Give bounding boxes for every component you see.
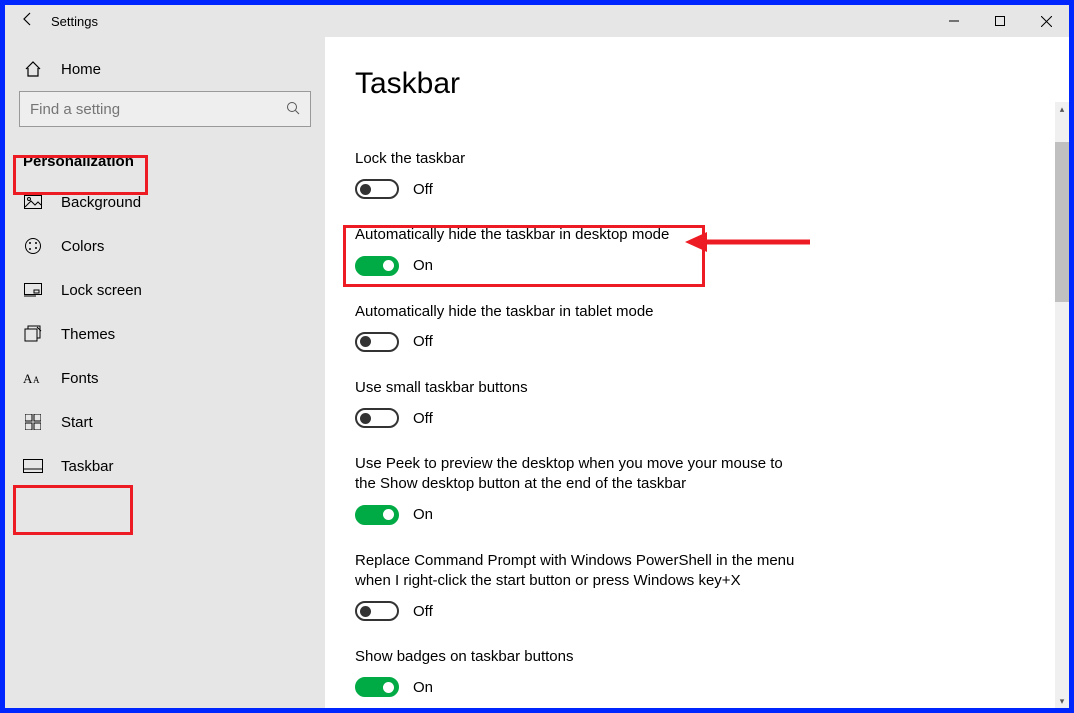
toggle-state-label: Off	[413, 603, 433, 620]
setting-label: Automatically hide the taskbar in deskto…	[355, 225, 805, 245]
home-nav[interactable]: Home	[5, 47, 325, 91]
scroll-down-icon[interactable]: ▾	[1055, 694, 1069, 708]
sidebar-item-fonts[interactable]: AA Fonts	[5, 356, 325, 400]
sidebar-item-label: Taskbar	[61, 458, 114, 475]
search-input[interactable]	[30, 101, 273, 118]
toggle-state-label: Off	[413, 181, 433, 198]
toggle-switch[interactable]	[355, 408, 399, 428]
page-title: Taskbar	[355, 67, 1069, 101]
sidebar-item-label: Fonts	[61, 370, 99, 387]
toggle-state-label: Off	[413, 333, 433, 350]
toggle-switch[interactable]	[355, 505, 399, 525]
setting-item: Replace Command Prompt with Windows Powe…	[355, 551, 805, 622]
setting-item: Automatically hide the taskbar in deskto…	[355, 225, 805, 275]
back-button[interactable]	[5, 11, 51, 32]
sidebar-item-taskbar[interactable]: Taskbar	[5, 444, 325, 488]
toggle-switch[interactable]	[355, 256, 399, 276]
section-header: Personalization	[5, 143, 325, 180]
scrollbar[interactable]: ▴ ▾	[1055, 102, 1069, 708]
toggle-state-label: Off	[413, 410, 433, 427]
sidebar-item-lock-screen[interactable]: Lock screen	[5, 268, 325, 312]
setting-label: Use small taskbar buttons	[355, 378, 805, 398]
setting-item: Show badges on taskbar buttons On	[355, 647, 805, 697]
toggle-state-label: On	[413, 257, 433, 274]
setting-label: Show badges on taskbar buttons	[355, 647, 805, 667]
content-area: Taskbar Lock the taskbar Off Automatically…	[325, 37, 1069, 708]
sidebar: Home Personalization Background Colors Loc…	[5, 37, 325, 708]
setting-label: Use Peek to preview the desktop when you…	[355, 454, 805, 495]
scroll-thumb[interactable]	[1055, 142, 1069, 302]
toggle-switch[interactable]	[355, 601, 399, 621]
sidebar-item-themes[interactable]: Themes	[5, 312, 325, 356]
sidebar-item-start[interactable]: Start	[5, 400, 325, 444]
sidebar-item-colors[interactable]: Colors	[5, 224, 325, 268]
home-icon	[23, 60, 43, 78]
lockscreen-icon	[23, 283, 43, 297]
minimize-button[interactable]	[931, 5, 977, 37]
search-icon	[286, 101, 300, 118]
setting-label: Replace Command Prompt with Windows Powe…	[355, 551, 805, 592]
colors-icon	[23, 237, 43, 255]
search-box[interactable]	[19, 91, 311, 127]
themes-icon	[23, 325, 43, 343]
toggle-switch[interactable]	[355, 677, 399, 697]
setting-item: Use small taskbar buttons Off	[355, 378, 805, 428]
home-label: Home	[61, 61, 101, 78]
background-icon	[23, 195, 43, 209]
setting-label: Automatically hide the taskbar in tablet…	[355, 302, 805, 322]
sidebar-item-label: Start	[61, 414, 93, 431]
start-icon	[23, 414, 43, 430]
toggle-switch[interactable]	[355, 332, 399, 352]
setting-item: Automatically hide the taskbar in tablet…	[355, 302, 805, 352]
toggle-switch[interactable]	[355, 179, 399, 199]
svg-text:A: A	[23, 371, 33, 386]
maximize-button[interactable]	[977, 5, 1023, 37]
sidebar-item-label: Colors	[61, 238, 104, 255]
scroll-up-icon[interactable]: ▴	[1055, 102, 1069, 116]
close-button[interactable]	[1023, 5, 1069, 37]
toggle-state-label: On	[413, 679, 433, 696]
window-title: Settings	[51, 14, 98, 29]
taskbar-icon	[23, 459, 43, 473]
titlebar: Settings	[5, 5, 1069, 37]
fonts-icon: AA	[23, 370, 43, 386]
sidebar-item-label: Lock screen	[61, 282, 142, 299]
setting-item: Lock the taskbar Off	[355, 149, 805, 199]
setting-item: Use Peek to preview the desktop when you…	[355, 454, 805, 525]
sidebar-item-background[interactable]: Background	[5, 180, 325, 224]
sidebar-item-label: Themes	[61, 326, 115, 343]
setting-label: Lock the taskbar	[355, 149, 805, 169]
toggle-state-label: On	[413, 506, 433, 523]
sidebar-item-label: Background	[61, 194, 141, 211]
svg-text:A: A	[33, 375, 40, 385]
